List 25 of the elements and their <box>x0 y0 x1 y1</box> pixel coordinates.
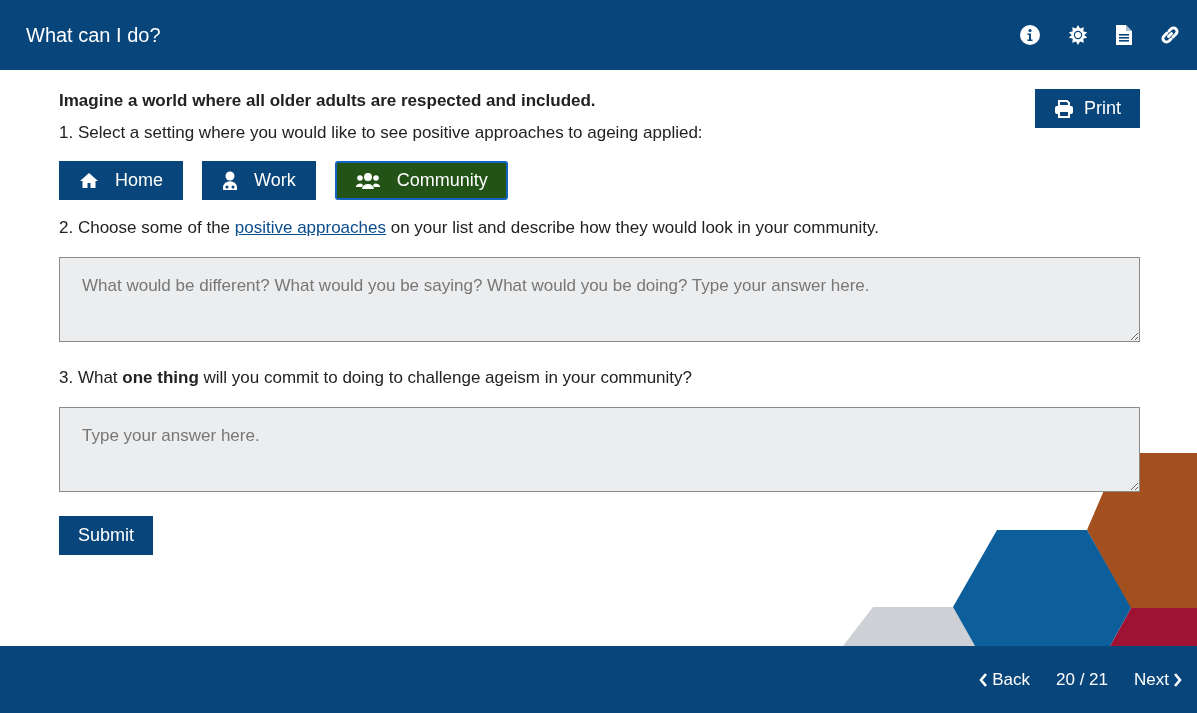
answer-field[interactable]: Type your answer here. <box>59 407 1140 492</box>
chevron-right-icon <box>1173 671 1183 688</box>
home-icon <box>79 172 99 189</box>
next-link[interactable]: Next <box>1134 669 1183 690</box>
print-button[interactable]: Print <box>1035 89 1140 128</box>
sun-icon[interactable] <box>1067 24 1089 46</box>
step-instruction: 1. Select a setting where you would like to see positive approaches to ageing applied: <box>59 123 704 143</box>
chevron-left-icon <box>978 671 989 688</box>
submit-button[interactable]: Submit <box>59 516 154 555</box>
step-instruction: 3. What one thing will you commit to doing to challenge ageism in your community? <box>59 368 694 388</box>
back-link[interactable]: Back <box>978 669 1031 690</box>
setting-button[interactable]: Work <box>202 161 316 200</box>
approaches-link[interactable]: positive approaches <box>234 218 386 237</box>
setting-button[interactable]: Community <box>334 161 508 200</box>
document-icon[interactable] <box>1115 24 1133 46</box>
step-instruction: 2. Choose some of the positive approaches on your list and describe how they would look in your community. <box>59 218 880 238</box>
answer-field[interactable]: What would be different? What would you be saying? What would you be doing? Type your answer here. <box>59 257 1140 342</box>
intro-text: Imagine a world where all older adults are respected and included. <box>59 91 596 111</box>
page-title: What can I do? <box>26 23 161 47</box>
setting-button[interactable]: Home <box>59 161 183 200</box>
link-icon[interactable] <box>1159 24 1181 46</box>
printer-icon <box>1054 99 1074 118</box>
info-icon[interactable] <box>1019 24 1041 46</box>
page-counter: 20 / 21 <box>1056 669 1109 690</box>
people-icon <box>354 171 381 190</box>
